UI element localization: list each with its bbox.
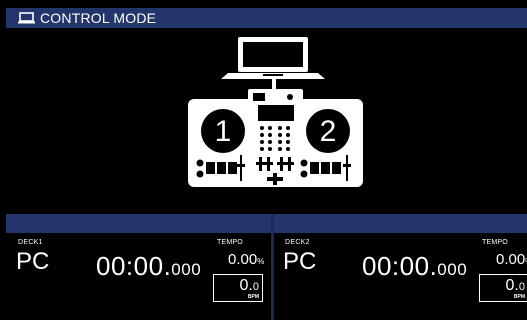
deck-1-stripe: [6, 214, 271, 233]
laptop-icon: [221, 37, 325, 79]
bpm-int: 0.: [505, 277, 519, 294]
deck-1-panel[interactable]: DECK1 TEMPO PC 00:00.000 0.00% 0.0 BPM: [6, 233, 271, 320]
source-label: PC: [283, 248, 317, 275]
tempo-number: 0.00: [228, 251, 258, 268]
tempo-value: 0.00%: [496, 251, 527, 268]
elapsed-time: 00:00.000: [362, 251, 467, 282]
page-title: CONTROL MODE: [40, 10, 157, 26]
elapsed-time: 00:00.000: [96, 251, 201, 282]
title-bar: CONTROL MODE: [6, 8, 527, 28]
bpm-unit: BPM: [247, 294, 259, 300]
time-ms: 000: [437, 260, 468, 279]
tempo-unit: %: [257, 257, 265, 266]
bpm-dec: 0: [252, 281, 259, 293]
deck-label: DECK1: [18, 239, 43, 246]
deck-2-stripe: [274, 214, 527, 233]
tempo-value: 0.00%: [228, 251, 264, 268]
bpm-unit: BPM: [513, 294, 525, 300]
dj-controller-icon: 1 2: [188, 89, 363, 187]
deck-1-badge: 1: [215, 115, 232, 148]
bpm-value: 0.0: [240, 277, 259, 295]
deck-2-badge: 2: [320, 115, 337, 148]
bpm-display: 0.0 BPM: [479, 274, 527, 302]
deck-label: DECK2: [285, 239, 310, 246]
tempo-label: TEMPO: [482, 239, 508, 246]
source-label: PC: [16, 248, 50, 275]
bpm-display: 0.0 BPM: [213, 274, 263, 302]
laptop-icon: [18, 12, 35, 24]
bpm-value: 0.0: [506, 277, 525, 295]
control-diagram: 1 2: [188, 37, 363, 187]
time-main: 00:00.: [96, 251, 172, 281]
deck-2-panel[interactable]: DECK2 TEMPO PC 00:00.000 0.00% 0.0 BPM: [274, 233, 527, 320]
bpm-dec: 0: [518, 281, 525, 293]
tempo-number: 0.00: [496, 251, 526, 268]
tempo-label: TEMPO: [217, 239, 243, 246]
time-main: 00:00.: [362, 251, 438, 281]
time-ms: 000: [171, 260, 202, 279]
bpm-int: 0.: [239, 277, 253, 294]
